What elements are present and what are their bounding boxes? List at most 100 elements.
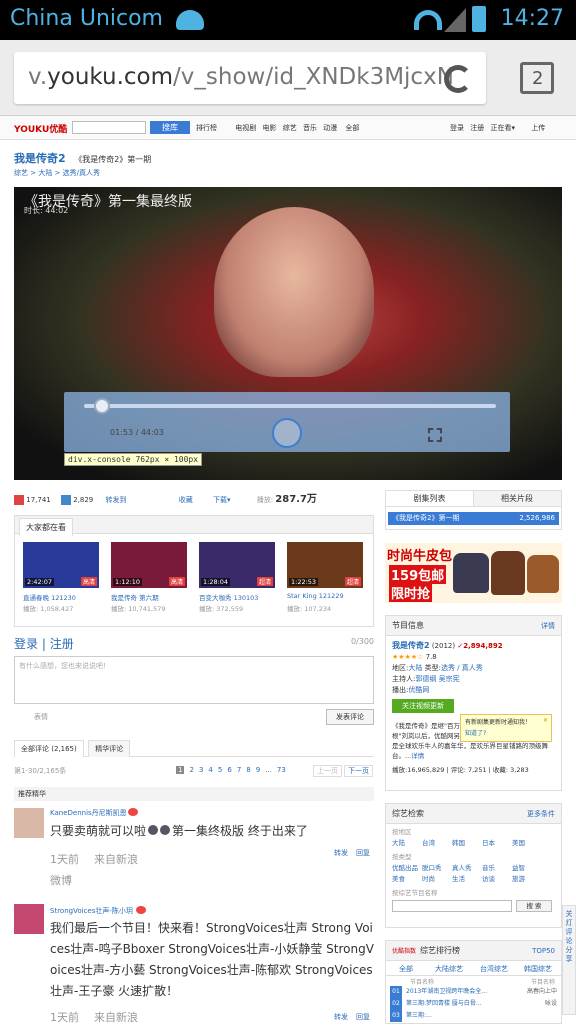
pause-icon[interactable] <box>272 418 302 448</box>
variety-region-link[interactable]: 日本 <box>482 838 512 849</box>
comment-login-link[interactable]: 登录 <box>14 637 38 651</box>
ranking-tab[interactable]: 大陆综艺 <box>426 964 472 974</box>
prev-page-button[interactable]: 上一页 <box>313 765 342 777</box>
register-link[interactable]: 注册 <box>470 124 484 132</box>
variety-search-input[interactable] <box>392 900 512 912</box>
upload-link[interactable]: 上传 <box>531 124 545 132</box>
floating-toolbar[interactable]: 关灯 评论 分享 <box>562 905 576 1015</box>
variety-type-link[interactable]: 益智 <box>512 863 542 874</box>
variety-type-link[interactable]: 生活 <box>452 874 482 885</box>
nav-link[interactable]: 综艺 <box>283 124 297 132</box>
video-thumbnail[interactable]: 1:28:04 超清 <box>199 542 275 588</box>
page-link[interactable]: 5 <box>218 766 222 774</box>
comment-register-link[interactable]: 注册 <box>50 637 74 651</box>
page-link[interactable]: 7 <box>237 766 241 774</box>
nav-link[interactable]: 音乐 <box>303 124 317 132</box>
progress-track[interactable] <box>84 404 496 408</box>
watching-menu[interactable]: 正在看▾ <box>490 124 515 132</box>
show-name[interactable]: 我是传奇2 <box>392 641 430 650</box>
video-player[interactable]: 《我是传奇》第一集最终版 时长: 44:02 01:53 / 44:03 div… <box>14 187 562 480</box>
tabs-button[interactable]: 2 <box>520 62 554 94</box>
show-title[interactable]: 我是传奇2 <box>14 152 66 165</box>
ranking-tab[interactable]: 全部 <box>386 964 426 974</box>
video-thumbnail[interactable]: 2:42:07 高清 <box>23 542 99 588</box>
variety-type-link[interactable]: 时尚 <box>422 874 452 885</box>
variety-type-link[interactable]: 旅游 <box>512 874 542 885</box>
page-link[interactable]: 9 <box>256 766 260 774</box>
ranking-item-title[interactable]: 2013年湖南卫视跨年晚会全... <box>406 988 487 995</box>
description-more-link[interactable]: 详情 <box>411 752 424 760</box>
variety-type-link[interactable]: 优酷出品 <box>392 863 422 874</box>
watching-item[interactable]: 1:12:10 高清 我是传奇 第六期 播放: 10,741,579 <box>111 542 187 622</box>
variety-region-link[interactable]: 台湾 <box>422 838 452 849</box>
variety-type-link[interactable]: 美食 <box>392 874 422 885</box>
watching-item-title[interactable]: 百变大咖秀 130103 <box>199 592 258 602</box>
watching-tab[interactable]: 大家都在看 <box>19 518 73 536</box>
comment-user[interactable]: StrongVoices壮声-陈小玥 <box>50 906 133 916</box>
video-thumbnail[interactable]: 1:22:53 超清 <box>287 542 363 588</box>
emoji-button[interactable]: 表情 <box>34 712 48 722</box>
avatar[interactable] <box>14 904 44 934</box>
ranking-row[interactable]: 02 第三期:梦回青楼 蜃与白骨... 咏设 <box>386 998 561 1010</box>
watching-item[interactable]: 2:42:07 高清 直通春晚 121230 播放: 1,058,427 <box>23 542 99 622</box>
ranking-top-link[interactable]: TOP50 <box>532 941 555 961</box>
breadcrumb[interactable]: 综艺 > 大陆 > 选秀/真人秀 <box>14 168 100 178</box>
nav-link[interactable]: 动漫 <box>323 124 337 132</box>
ranking-row[interactable]: 03 第三期:... <box>386 1010 561 1022</box>
ranking-item-title[interactable]: 第三期:... <box>406 1012 432 1019</box>
page-link[interactable]: 4 <box>208 766 212 774</box>
reply-link[interactable]: 回复 <box>356 1012 370 1022</box>
collect-button[interactable]: 收藏 <box>179 496 193 504</box>
show-info-detail-link[interactable]: 详情 <box>541 616 555 636</box>
tab-clips[interactable]: 相关片段 <box>474 491 560 506</box>
reload-icon[interactable] <box>444 65 472 93</box>
nav-link[interactable]: 电视剧 <box>235 124 256 132</box>
nav-link[interactable]: 排行榜 <box>196 124 217 132</box>
close-icon[interactable]: ✕ <box>543 715 548 726</box>
host-links[interactable]: 郭德纲 吴宗宪 <box>415 675 459 683</box>
tab-all-comments[interactable]: 全部评论 (2,165) <box>14 740 84 757</box>
fullscreen-icon[interactable] <box>428 428 442 442</box>
station-link[interactable]: 优酷网 <box>408 686 429 694</box>
ad-banner[interactable]: 时尚牛皮包 159包邮 限时抢 <box>385 543 562 603</box>
variety-region-link[interactable]: 大陆 <box>392 838 422 849</box>
page-link[interactable]: 6 <box>227 766 231 774</box>
watching-item[interactable]: 1:28:04 超清 百变大咖秀 130103 播放: 372,559 <box>199 542 275 622</box>
watching-item-title[interactable]: 直通春晚 121230 <box>23 592 76 602</box>
variety-more-link[interactable]: 更多条件 <box>527 804 555 824</box>
page-link[interactable]: 73 <box>277 766 286 774</box>
youku-logo[interactable]: YOUKU优酷 <box>14 122 67 135</box>
tooltip-dismiss[interactable]: 知道了? <box>465 730 486 737</box>
next-page-button[interactable]: 下一页 <box>344 765 373 777</box>
watching-item[interactable]: 1:22:53 超清 Star King 121229 播放: 107,234 <box>287 542 363 622</box>
variety-type-link[interactable]: 访谈 <box>482 874 512 885</box>
page-link[interactable]: 3 <box>199 766 203 774</box>
variety-type-link[interactable]: 真人秀 <box>452 863 482 874</box>
video-thumbnail[interactable]: 1:12:10 高清 <box>111 542 187 588</box>
variety-region-link[interactable]: 美国 <box>512 838 542 849</box>
submit-comment-button[interactable]: 发表评论 <box>326 709 374 725</box>
follow-button[interactable]: 关注视频更新 <box>392 699 454 713</box>
page-current[interactable]: 1 <box>176 766 185 774</box>
variety-search-button[interactable]: 搜 索 <box>516 900 552 912</box>
like-icon[interactable] <box>14 495 24 505</box>
ranking-row[interactable]: 01 2013年湖南卫视跨年晚会全... 高春向上中 <box>386 986 561 998</box>
progress-handle[interactable] <box>93 398 110 414</box>
download-button[interactable]: 下载▾ <box>213 496 231 504</box>
ranking-tab[interactable]: 韩国综艺 <box>516 964 560 974</box>
comment-textarea[interactable]: 有什么感想，您也来说说吧! <box>14 656 374 704</box>
nav-link[interactable]: 电影 <box>262 124 276 132</box>
forward-link[interactable]: 转发 <box>334 1012 348 1022</box>
login-link[interactable]: 登录 <box>450 124 464 132</box>
url-field[interactable]: v.youku.com/v_show/id_XNDk3MjcxN <box>14 52 486 104</box>
variety-type-link[interactable]: 脱口秀 <box>422 863 452 874</box>
watching-item-title[interactable]: Star King 121229 <box>287 592 344 600</box>
watching-item-title[interactable]: 我是传奇 第六期 <box>111 592 159 602</box>
ranking-tab[interactable]: 台湾综艺 <box>472 964 516 974</box>
share-link[interactable]: 转发到 <box>105 496 126 504</box>
variety-region-link[interactable]: 韩国 <box>452 838 482 849</box>
nav-link[interactable]: 全部 <box>345 124 359 132</box>
tab-best-comments[interactable]: 精华评论 <box>88 740 131 757</box>
nav-search-input[interactable] <box>72 121 146 134</box>
dislike-icon[interactable] <box>60 495 71 505</box>
